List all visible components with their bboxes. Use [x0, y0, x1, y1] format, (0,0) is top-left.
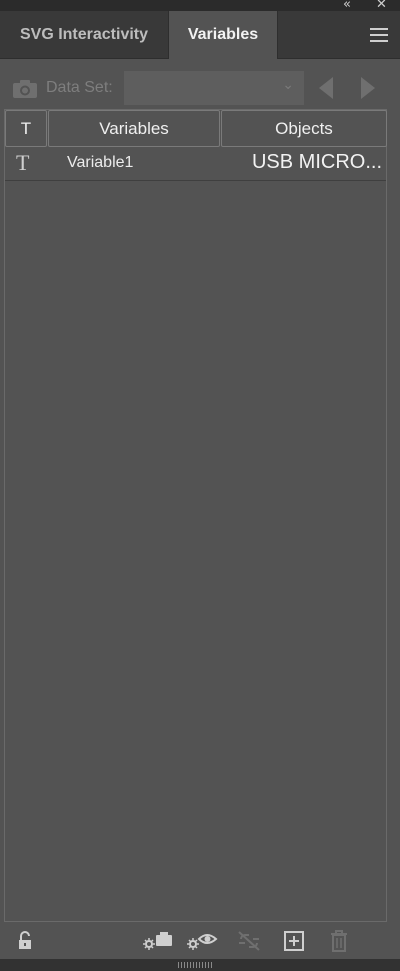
previous-data-set-icon[interactable] — [319, 77, 333, 99]
bound-object-name: USB MICRO... — [251, 151, 382, 173]
table-row[interactable]: T Variable1 USB MICRO... — [5, 148, 386, 181]
column-header-variables[interactable]: Variables — [48, 110, 220, 147]
panel-top-strip: « ✕ — [0, 0, 400, 12]
data-set-label: Data Set: — [46, 79, 113, 96]
camera-icon[interactable] — [12, 79, 38, 99]
grip-icon — [178, 962, 214, 968]
data-set-dropdown[interactable]: ⌄ — [124, 71, 304, 105]
tab-svg-interactivity[interactable]: SVG Interactivity — [0, 11, 168, 58]
chevron-down-icon: ⌄ — [282, 77, 294, 93]
make-visibility-dynamic-icon[interactable] — [186, 929, 218, 953]
tab-bar: SVG Interactivity Variables — [0, 11, 400, 59]
capture-data-set-icon[interactable] — [142, 929, 174, 953]
column-header-type[interactable]: T — [5, 110, 47, 147]
text-variable-icon: T — [16, 150, 30, 175]
data-set-toolbar: Data Set: ⌄ — [0, 70, 400, 108]
delete-variable-icon[interactable] — [329, 929, 349, 953]
unbind-variable-icon[interactable] — [236, 929, 262, 953]
variables-table: T Variables Objects T Variable1 USB MICR… — [4, 109, 387, 922]
lock-icon[interactable] — [16, 929, 34, 953]
new-variable-icon[interactable] — [283, 929, 305, 953]
next-data-set-icon[interactable] — [361, 77, 375, 99]
resize-handle[interactable] — [0, 959, 400, 971]
variable-name: Variable1 — [67, 154, 134, 171]
tab-variables[interactable]: Variables — [168, 11, 278, 59]
panel-menu-icon[interactable] — [370, 28, 388, 42]
bottom-toolbar — [0, 925, 400, 958]
column-header-objects[interactable]: Objects — [221, 110, 387, 147]
